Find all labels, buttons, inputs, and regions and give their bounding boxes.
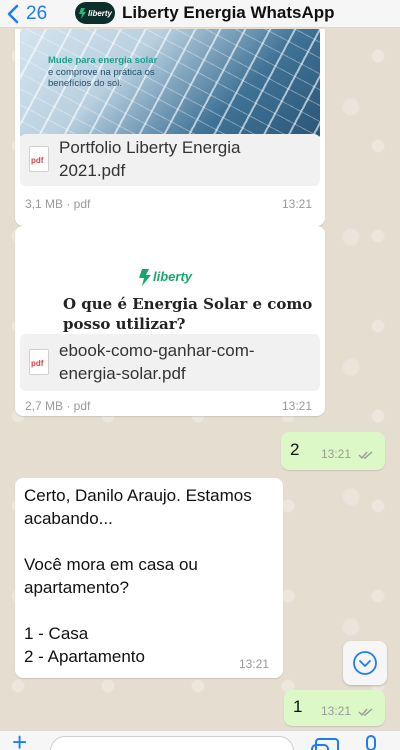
svg-text:liberty: liberty [88,9,112,18]
message-time: 13:21 [321,447,374,461]
message-time: 13:21 [239,657,270,671]
unread-count: 26 [26,3,48,24]
message-time: 13:21 [282,399,313,413]
message-input-bar: + [0,729,400,750]
document-meta: 3,1 MB · pdf [25,197,91,211]
microphone-icon[interactable] [366,735,376,750]
chevron-down-circle-icon [353,651,377,675]
pdf-file-icon: pdf [29,349,49,375]
liberty-logo-icon: liberty [139,269,193,286]
outgoing-message[interactable]: 2 13:21 [281,432,385,470]
chat-title[interactable]: Liberty Energia WhatsApp [122,3,335,23]
back-button[interactable]: 26 [6,0,47,28]
chevron-left-icon [7,4,19,24]
pdf-file-icon: pdf [29,146,49,172]
thumbnail-subtext: e comprove na prática os benefícios do s… [48,67,155,89]
outgoing-message[interactable]: 1 13:21 [284,690,385,726]
message-text: 2 [290,440,300,459]
document-file-row[interactable]: pdf Portfolio Liberty Energia 2021.pdf [20,134,320,186]
scroll-to-bottom-button[interactable] [343,641,387,685]
document-thumbnail[interactable]: liberty O que é Energia Solar e como pos… [20,232,320,334]
liberty-logo-icon: liberty [79,8,112,19]
message-text: Certo, Danilo Araujo. Estamos acabando..… [24,486,252,666]
chat-header: 26 liberty Liberty Energia WhatsApp [0,0,400,28]
document-thumbnail[interactable]: Mude para energia solar e comprove na pr… [20,29,320,137]
incoming-message[interactable]: Certo, Danilo Araujo. Estamos acabando..… [15,478,283,678]
read-receipt-icon [358,451,373,459]
document-file-row[interactable]: pdf ebook-como-ganhar-com-energia-solar.… [20,334,320,391]
thumbnail-heading: O que é Energia Solar e como posso utili… [63,295,313,333]
message-time: 13:21 [321,704,374,718]
document-message[interactable]: Mude para energia solar e comprove na pr… [15,29,325,226]
plus-icon[interactable]: + [12,729,27,750]
document-message[interactable]: liberty O que é Energia Solar e como pos… [15,226,325,416]
read-receipt-icon [358,708,373,716]
svg-text:liberty: liberty [153,269,193,284]
chat-area[interactable]: Mude para energia solar e comprove na pr… [0,29,400,730]
camera-icon[interactable] [315,738,339,750]
message-text: 1 [293,697,303,716]
thumbnail-headline: Mude para energia solar [48,55,158,66]
avatar[interactable]: liberty [75,2,115,24]
message-time: 13:21 [282,197,313,211]
document-filename: Portfolio Liberty Energia 2021.pdf [59,138,241,180]
document-filename: ebook-como-ganhar-com-energia-solar.pdf [59,341,255,383]
message-input[interactable] [50,736,329,750]
document-meta: 2,7 MB · pdf [25,399,91,413]
